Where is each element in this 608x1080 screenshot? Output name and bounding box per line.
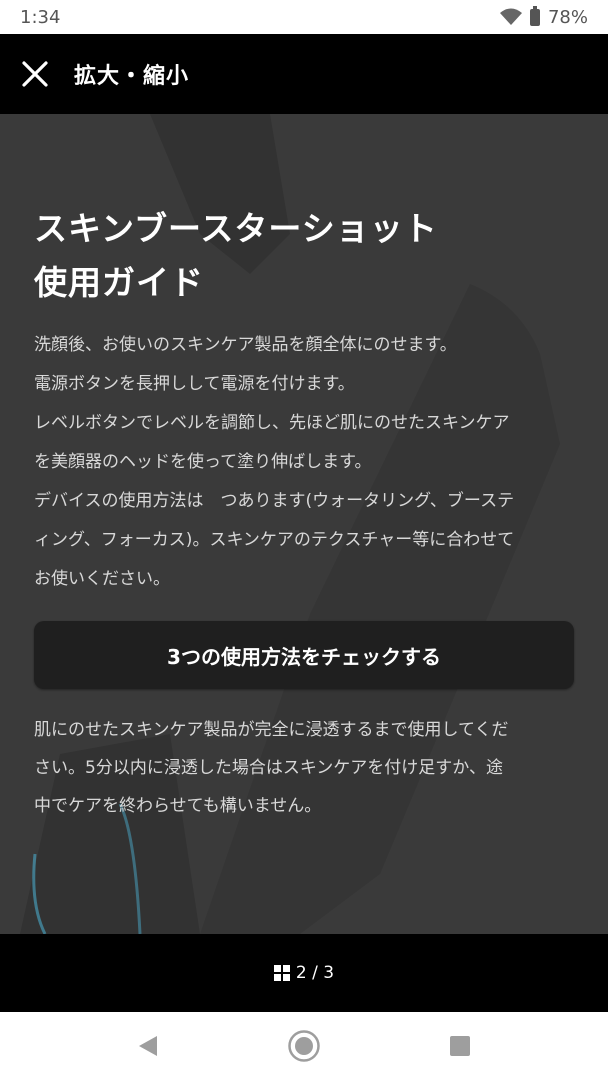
instruction-line: デバイスの使用方法は つあります(ウォータリング、ブーステ xyxy=(34,491,515,511)
instruction-line: ィング、フォーカス)。スキンケアのテクスチャー等に合わせて xyxy=(34,530,515,550)
guide-text-block: スキンブースターショット 使用ガイド 洗顔後、お使いのスキンケア製品を顔全体にの… xyxy=(34,114,574,825)
home-button[interactable] xyxy=(284,1026,324,1066)
battery-icon xyxy=(529,5,540,26)
status-bar: 1:34 78% xyxy=(0,0,608,34)
system-nav-bar xyxy=(0,1012,608,1080)
guide-content[interactable]: スキンブースターショット 使用ガイド 洗顔後、お使いのスキンケア製品を顔全体にの… xyxy=(0,114,608,934)
close-button[interactable] xyxy=(20,59,50,89)
close-icon xyxy=(22,61,48,87)
app-header: 拡大・縮小 xyxy=(0,34,608,114)
wifi-icon xyxy=(499,8,522,25)
note-line: 中でケアを終わらせても構いません。 xyxy=(34,796,322,816)
note-line: さい。5分以内に浸透した場合はスキンケアを付け足すか、途 xyxy=(34,758,503,778)
recents-icon xyxy=(450,1036,470,1056)
check-usage-methods-button[interactable]: 3つの使用方法をチェックする xyxy=(34,621,574,689)
back-button[interactable] xyxy=(128,1026,168,1066)
usage-note: 肌にのせたスキンケア製品が完全に浸透するまで使用してくだ さい。5分以内に浸透し… xyxy=(34,711,574,825)
guide-title-line: 使用ガイド xyxy=(34,263,204,302)
instruction-line: を美顔器のヘッドを使って塗り伸ばします。 xyxy=(34,452,372,472)
back-icon xyxy=(139,1036,157,1056)
grid-icon[interactable] xyxy=(273,965,290,981)
page-footer: 2 / 3 xyxy=(0,934,608,1012)
home-icon xyxy=(288,1030,320,1062)
guide-title-line: スキンブースターショット xyxy=(34,209,438,248)
status-icons: 78% xyxy=(499,5,588,28)
instruction-line: レベルボタンでレベルを調節し、先ほど肌にのせたスキンケア xyxy=(34,413,510,433)
guide-title: スキンブースターショット 使用ガイド xyxy=(34,202,574,310)
note-line: 肌にのせたスキンケア製品が完全に浸透するまで使用してくだ xyxy=(34,720,509,740)
instruction-line: お使いください。 xyxy=(34,569,170,589)
battery-level: 78% xyxy=(547,6,588,28)
recents-button[interactable] xyxy=(440,1026,480,1066)
header-title: 拡大・縮小 xyxy=(74,64,190,89)
instruction-line: 電源ボタンを長押しして電源を付けます。 xyxy=(34,374,355,394)
instruction-line: 洗顔後、お使いのスキンケア製品を顔全体にのせます。 xyxy=(34,335,457,355)
page-indicator: 2 / 3 xyxy=(295,963,335,983)
guide-instructions: 洗顔後、お使いのスキンケア製品を顔全体にのせます。 電源ボタンを長押しして電源を… xyxy=(34,326,574,599)
status-time: 1:34 xyxy=(20,6,61,28)
